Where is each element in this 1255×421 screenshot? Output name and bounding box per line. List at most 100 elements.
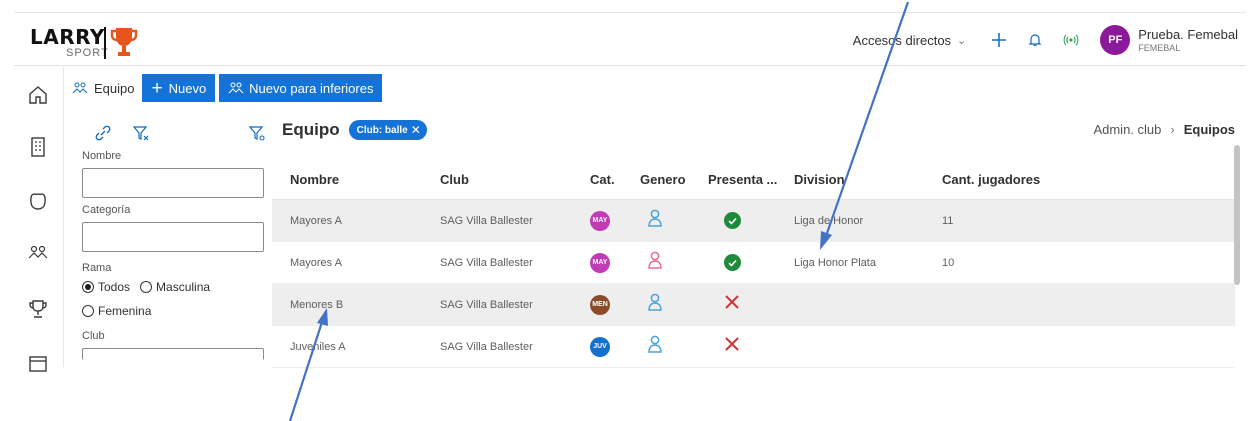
category-badge: MAY: [590, 252, 610, 273]
section-label: Equipo: [94, 80, 135, 96]
user-info[interactable]: Prueba. Femebal FEMEBAL: [1138, 27, 1238, 53]
bell-icon[interactable]: [1020, 25, 1050, 55]
cell-club: SAG Villa Ballester: [440, 340, 533, 353]
cell-genero: [647, 209, 663, 232]
larry-sport-logo[interactable]: LARRY SPORT: [30, 25, 170, 59]
cell-nombre: Mayores A: [290, 256, 342, 269]
plus-icon: +: [151, 77, 163, 99]
chip-label: Club: balle: [356, 124, 408, 136]
radio-icon: [82, 305, 94, 317]
check-icon: [724, 254, 741, 271]
add-icon[interactable]: [984, 25, 1014, 55]
top-header: LARRY SPORT Accesos directos ⌄ PF Prueba…: [14, 12, 1246, 66]
logo-subtext: SPORT: [66, 47, 109, 59]
radio-icon: [82, 281, 94, 293]
rama-option-masculina[interactable]: Masculina: [140, 280, 210, 294]
user-avatar[interactable]: PF: [1100, 25, 1131, 55]
cell-presenta: [724, 254, 741, 271]
team-icon: [72, 82, 88, 94]
page-title: Equipo: [282, 120, 340, 139]
user-name: Prueba. Femebal: [1138, 27, 1238, 42]
categoria-input[interactable]: [82, 222, 264, 252]
radio-label: Femenina: [98, 304, 152, 318]
table-row[interactable]: Juveniles A SAG Villa Ballester JUV: [272, 326, 1235, 368]
rama-label: Rama: [82, 262, 112, 274]
header-actions: Accesos directos ⌄ PF Prueba. Femebal FE…: [853, 13, 1246, 67]
cell-presenta: [724, 212, 741, 229]
cross-icon: [725, 337, 739, 351]
col-division[interactable]: Division: [794, 172, 845, 187]
filter-settings-icon[interactable]: [248, 124, 266, 142]
cell-division: Liga de Honor: [794, 214, 864, 227]
person-icon: [648, 293, 662, 311]
cell-cant-jugadores: 11: [942, 214, 954, 227]
cell-cat: MAY: [590, 210, 610, 231]
table-row[interactable]: Mayores A SAG Villa Ballester MAY Liga Hono…: [272, 242, 1235, 284]
section-equipo[interactable]: Equipo: [72, 81, 134, 96]
user-org: FEMEBAL: [1138, 43, 1181, 53]
team-icon[interactable]: [26, 241, 50, 265]
cross-icon: [725, 295, 739, 309]
person-icon: [648, 335, 662, 353]
trophy-icon[interactable]: [26, 297, 50, 321]
rama-option-femenina[interactable]: Femenina: [82, 304, 151, 318]
person-icon: [648, 209, 662, 227]
breadcrumb: Admin. club › Equipos: [1093, 122, 1235, 137]
vertical-scrollbar[interactable]: [1234, 145, 1240, 285]
teams-table: Nombre Club Cat. Genero Presenta ... Div…: [272, 160, 1235, 368]
table-row[interactable]: Mayores A SAG Villa Ballester MAY Liga de H…: [272, 200, 1235, 242]
rama-option-todos[interactable]: Todos: [82, 280, 130, 294]
cell-genero: [647, 251, 663, 274]
col-nombre[interactable]: Nombre: [290, 172, 339, 187]
col-cant-jugadores[interactable]: Cant. jugadores: [942, 172, 1040, 187]
team-add-icon: [228, 82, 244, 94]
cell-nombre: Mayores A: [290, 214, 342, 227]
new-for-inferiors-button[interactable]: Nuevo para inferiores: [219, 74, 383, 102]
close-icon[interactable]: ✕: [411, 123, 421, 137]
person-icon: [648, 251, 662, 269]
club-filter-chip[interactable]: Club: balle ✕: [348, 120, 427, 140]
col-genero[interactable]: Genero: [640, 172, 686, 187]
breadcrumb-admin-club[interactable]: Admin. club: [1093, 122, 1161, 137]
col-cat[interactable]: Cat.: [590, 172, 615, 187]
col-presenta[interactable]: Presenta ...: [708, 172, 777, 187]
cell-nombre: Menores B: [290, 298, 344, 311]
calendar-icon[interactable]: [26, 351, 50, 375]
cell-club: SAG Villa Ballester: [440, 298, 533, 311]
category-badge: JUV: [590, 336, 610, 357]
table-header: Nombre Club Cat. Genero Presenta ... Div…: [272, 160, 1235, 200]
cell-club: SAG Villa Ballester: [440, 256, 533, 269]
toolbar: Equipo + Nuevo Nuevo para inferiores: [72, 73, 386, 103]
col-club[interactable]: Club: [440, 172, 469, 187]
cell-club: SAG Villa Ballester: [440, 214, 533, 227]
building-icon[interactable]: [26, 135, 50, 159]
cell-cat: JUV: [590, 336, 610, 357]
home-icon[interactable]: [26, 83, 50, 107]
cell-genero: [647, 293, 663, 316]
nombre-label: Nombre: [82, 150, 122, 162]
cell-nombre: Juveniles A: [290, 340, 346, 353]
radio-icon: [140, 281, 153, 293]
category-badge: MEN: [590, 294, 610, 315]
signal-icon[interactable]: [1056, 25, 1086, 55]
club-input[interactable]: [82, 348, 264, 360]
cell-presenta: [724, 336, 740, 357]
cell-genero: [647, 335, 663, 358]
check-icon: [724, 212, 741, 229]
left-nav-rail: [14, 67, 64, 372]
table-row[interactable]: Menores B SAG Villa Ballester MEN: [272, 284, 1235, 326]
cell-cat: MAY: [590, 252, 610, 273]
link-icon[interactable]: [94, 124, 112, 142]
shield-icon[interactable]: [26, 189, 50, 213]
clear-filter-icon[interactable]: [132, 124, 150, 142]
accesos-directos-menu[interactable]: Accesos directos: [853, 33, 951, 48]
chevron-down-icon[interactable]: ⌄: [957, 34, 966, 47]
new-button[interactable]: + Nuevo: [142, 74, 216, 102]
cell-cat: MEN: [590, 294, 610, 315]
trophy-logo-icon: [110, 28, 138, 56]
breadcrumb-equipos: Equipos: [1183, 122, 1235, 137]
new-button-label: Nuevo: [168, 80, 207, 96]
rama-radio-group: Todos Masculina Femenina: [82, 280, 268, 328]
category-badge: MAY: [590, 210, 610, 231]
nombre-input[interactable]: [82, 168, 264, 198]
